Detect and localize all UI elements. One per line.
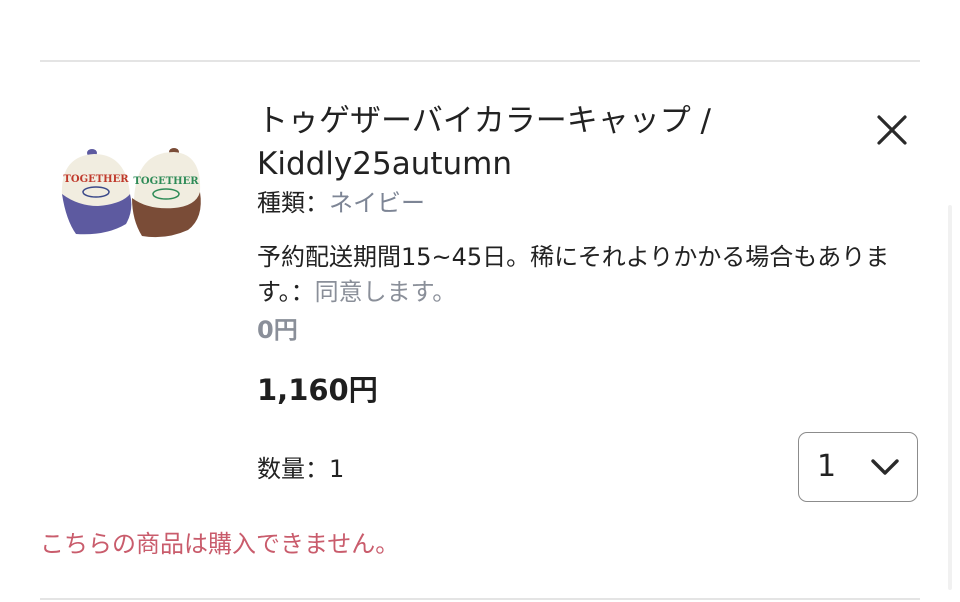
product-thumbnail[interactable]: TOGETHER TOGETHER	[56, 140, 206, 246]
scrollbar[interactable]	[948, 205, 952, 590]
option-price: 0円	[257, 316, 298, 344]
product-title-line2: Kiddly25autumn	[257, 146, 512, 182]
navy-cap: TOGETHER	[61, 149, 132, 235]
brown-cap: TOGETHER	[132, 148, 201, 238]
top-divider	[40, 60, 920, 62]
variant-label: 種類：	[257, 189, 329, 217]
cap-text: TOGETHER	[133, 176, 199, 187]
quantity-label: 数量：1	[257, 455, 345, 483]
product-title-line1: トゥゲザーバイカラーキャップ /	[257, 103, 711, 139]
remove-item-button[interactable]	[872, 110, 912, 150]
variant-value: ネイビー	[329, 189, 425, 217]
chevron-down-icon	[871, 459, 899, 475]
agree-text: 同意します。	[314, 278, 457, 306]
cap-image: TOGETHER TOGETHER	[61, 148, 201, 238]
bottom-divider	[40, 598, 920, 600]
item-price: 1,160円	[257, 373, 378, 407]
unavailable-warning: こちらの商品は購入できません。	[40, 530, 400, 558]
cap-text: TOGETHER	[63, 174, 129, 185]
variant-row: 種類：ネイビー	[257, 186, 425, 220]
product-title[interactable]: トゥゲザーバイカラーキャップ / Kiddly25autumn	[257, 100, 817, 186]
quantity-select[interactable]: 1	[798, 432, 918, 502]
quantity-select-value: 1	[817, 449, 837, 484]
close-icon	[877, 115, 907, 145]
delivery-note: 予約配送期間15~45日。稀にそれよりかかる場合もあります。：同意します。	[257, 240, 917, 310]
